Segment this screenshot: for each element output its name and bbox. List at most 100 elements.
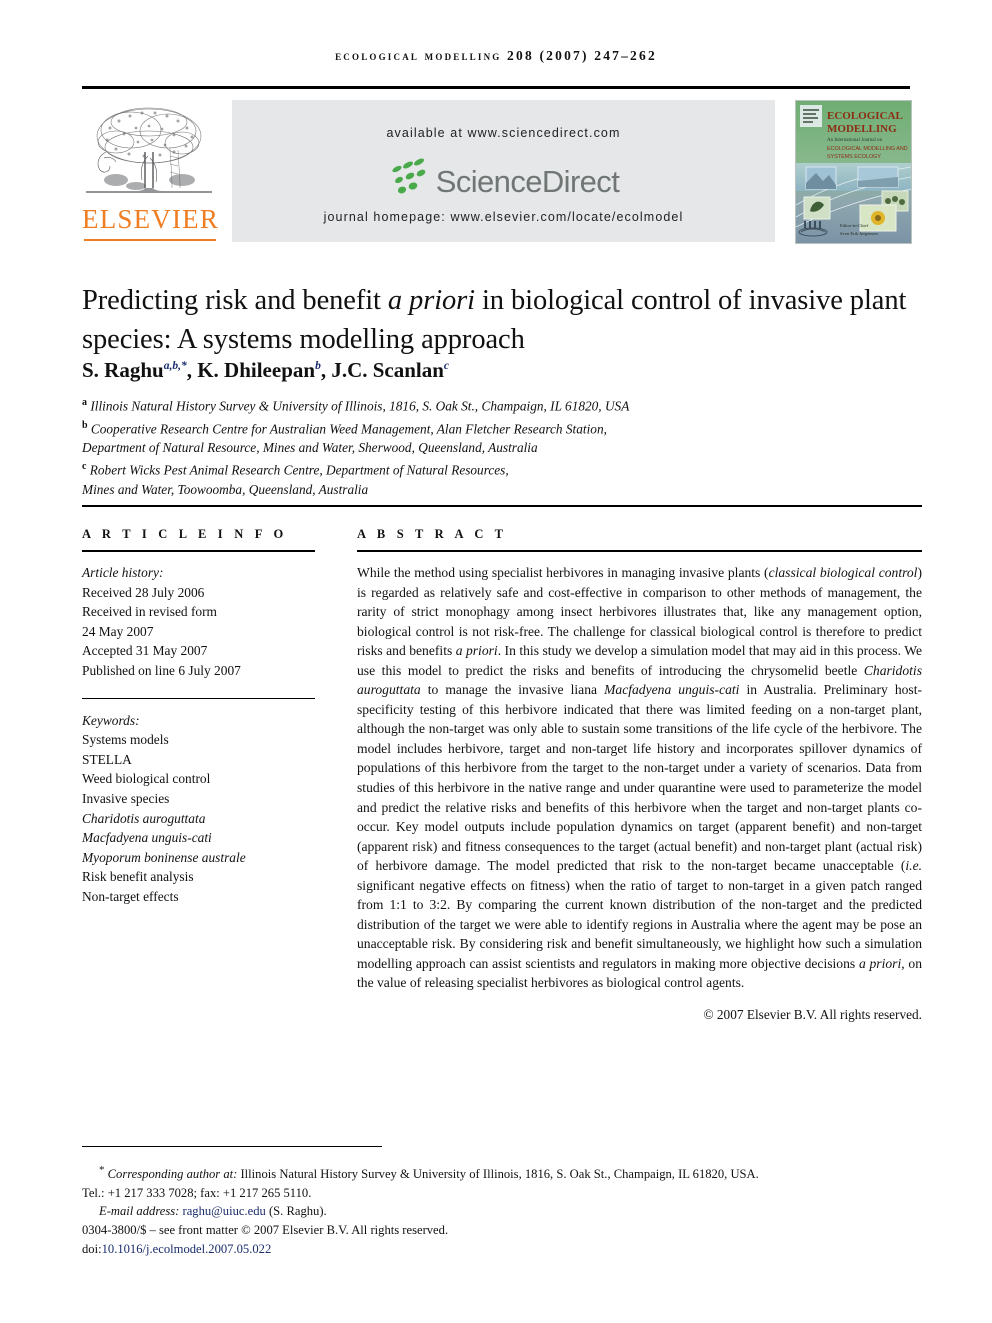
abstract-segment: in Australia. Preliminary host-specifici… — [357, 682, 923, 874]
keyword-item: Myoporum boninense australe — [82, 849, 246, 865]
keyword-item: STELLA — [82, 751, 132, 767]
abstract-segment: While the method using specialist herbiv… — [357, 565, 769, 580]
issn-line: 0304-3800/$ – see front matter © 2007 El… — [82, 1222, 449, 1237]
elsevier-tree-icon — [86, 100, 212, 204]
author-list: S. Raghua,b,*, K. Dhileepanb, J.C. Scanl… — [82, 358, 922, 383]
svg-text:An International Journal on: An International Journal on — [827, 138, 883, 143]
available-at-text: available at www.sciencedirect.com — [386, 126, 621, 140]
email-link[interactable]: raghu@uiuc.edu — [183, 1204, 266, 1218]
keywords-divider — [82, 697, 315, 699]
affiliation-mark: c — [82, 461, 87, 473]
history-line: Published on line 6 July 2007 — [82, 662, 241, 678]
title-part-1: Predicting risk and benefit — [82, 285, 388, 317]
keyword-item: Weed biological control — [82, 771, 211, 787]
abstract-segment: to manage the invasive liana — [420, 682, 605, 698]
abstract-rule — [357, 550, 922, 552]
abstract-italic-term: classical biological control — [768, 565, 918, 580]
keyword-item: Macfadyena unguis-cati — [82, 830, 212, 846]
abstract-heading: A B S T R A C T — [357, 527, 508, 541]
elsevier-underline — [84, 239, 216, 241]
affiliation-list: a Illinois Natural History Survey & Univ… — [82, 393, 932, 499]
running-head: Ecological Modelling 208 (2007) 247–262 — [0, 48, 992, 64]
footer-divider — [82, 1146, 382, 1147]
abstract-italic-term: Macfadyena unguis-cati — [604, 682, 740, 698]
corresponding-author-label: Corresponding author at: — [107, 1167, 238, 1182]
keyword-item: Systems models — [82, 732, 169, 748]
abstract-italic-term: i.e. — [905, 858, 922, 874]
corresponding-author-address: Illinois Natural History Survey & Univer… — [237, 1167, 759, 1182]
abstract-italic-term: a priori — [858, 955, 902, 971]
history-line: Received in revised form — [82, 604, 217, 620]
article-info-rule — [82, 550, 315, 552]
author-item: S. Raghua,b,* — [82, 358, 187, 382]
affiliation-mark: a — [82, 397, 87, 408]
author-affiliation-marks: a,b,* — [163, 360, 187, 372]
keyword-item: Invasive species — [82, 790, 170, 806]
svg-text:ECOLOGICAL MODELLING AND: ECOLOGICAL MODELLING AND — [827, 146, 908, 152]
abstract-segment: significant negative effects on fitness)… — [357, 877, 922, 971]
svg-text:Editor-in-Chief: Editor-in-Chief — [840, 223, 869, 228]
svg-text:SYSTEMS ECOLOGY: SYSTEMS ECOLOGY — [827, 154, 881, 160]
affiliation-item: c Robert Wicks Pest Animal Research Cent… — [82, 457, 932, 480]
affiliation-text: Robert Wicks Pest Animal Research Centre… — [89, 462, 509, 478]
abstract-text: While the method using specialist herbiv… — [357, 563, 922, 993]
doi-line: doi:10.1016/j.ecolmodel.2007.05.022 — [82, 1240, 932, 1259]
svg-text:Sven Erik Jørgensen: Sven Erik Jørgensen — [840, 231, 878, 236]
history-line: 24 May 2007 — [82, 623, 154, 639]
journal-homepage-text: journal homepage: www.elsevier.com/locat… — [323, 210, 684, 224]
doi-link[interactable]: 10.1016/j.ecolmodel.2007.05.022 — [102, 1242, 272, 1256]
author-item: J.C. Scanlanc — [331, 358, 449, 382]
corresponding-author-line: * Corresponding author at: Illinois Natu… — [82, 1161, 932, 1184]
phone-line: Tel.: +1 217 333 7028; fax: +1 217 265 5… — [82, 1185, 312, 1200]
article-first-page: Ecological Modelling 208 (2007) 247–262 — [0, 0, 992, 1323]
keyword-item: Non-target effects — [82, 888, 179, 904]
corresponding-author-marker: * — [99, 1164, 105, 1176]
masthead-top-rule — [82, 86, 910, 89]
elsevier-wordmark: ELSEVIER — [82, 204, 220, 234]
svg-text:MODELLING: MODELLING — [827, 123, 897, 135]
author-name: K. Dhileepan — [197, 358, 316, 382]
author-item: K. Dhileepanb — [197, 358, 321, 382]
email-label: E-mail address: — [99, 1204, 180, 1219]
keywords-label: Keywords: — [82, 712, 140, 728]
running-head-text: Ecological Modelling 208 (2007) 247–262 — [335, 48, 657, 63]
affiliation-text: Department of Natural Resource, Mines an… — [82, 440, 538, 456]
sciencedirect-logo: ScienceDirect — [232, 157, 775, 203]
article-history: Article history: Received 28 July 2006 R… — [82, 563, 315, 681]
article-info-heading: A R T I C L E I N F O — [82, 527, 288, 541]
email-line: E-mail address: raghu@uiuc.edu (S. Raghu… — [82, 1202, 932, 1221]
title-italic-term: a priori — [387, 285, 475, 317]
svg-text:ECOLOGICAL: ECOLOGICAL — [827, 110, 903, 122]
affiliation-text: Illinois Natural History Survey & Univer… — [90, 398, 630, 414]
email-owner: (S. Raghu). — [268, 1204, 327, 1219]
affiliation-text: Mines and Water, Toowoomba, Queensland, … — [82, 482, 369, 498]
doi-label: doi: — [82, 1241, 102, 1256]
sciencedirect-panel: available at www.sciencedirect.com Scien… — [232, 100, 775, 242]
footer-notes: * Corresponding author at: Illinois Natu… — [82, 1161, 932, 1258]
abstract-italic-term: a priori — [455, 643, 498, 659]
abstract-column: A B S T R A C T While the method using s… — [357, 527, 922, 1023]
author-affiliation-marks: c — [443, 360, 450, 372]
affiliation-mark: b — [82, 419, 88, 431]
history-line: Accepted 31 May 2007 — [82, 643, 208, 659]
header-bottom-rule — [82, 505, 922, 507]
masthead: ELSEVIER available at www.sciencedirect.… — [82, 86, 912, 244]
keyword-item: Risk benefit analysis — [82, 869, 194, 885]
keyword-item: Charidotis auroguttata — [82, 810, 206, 826]
sciencedirect-leaves-icon — [388, 157, 434, 202]
journal-cover-thumbnail: ECOLOGICAL MODELLING An International Jo… — [795, 100, 912, 244]
history-line: Received 28 July 2006 — [82, 584, 205, 600]
article-info-column: A R T I C L E I N F O Article history: R… — [82, 527, 315, 907]
keywords-list: Keywords: Systems models STELLA Weed bio… — [82, 711, 315, 907]
author-name: S. Raghu — [82, 358, 164, 382]
author-name: J.C. Scanlan — [331, 358, 444, 382]
affiliation-item: b Cooperative Research Centre for Austra… — [82, 416, 932, 439]
affiliation-text: Cooperative Research Centre for Australi… — [90, 421, 607, 437]
article-history-label: Article history: — [82, 565, 164, 580]
elsevier-logo: ELSEVIER — [82, 100, 218, 242]
copyright-notice: © 2007 Elsevier B.V. All rights reserved… — [703, 1007, 922, 1023]
affiliation-item: a Illinois Natural History Survey & Univ… — [82, 393, 932, 416]
page-title: Predicting risk and benefit a priori in … — [82, 281, 922, 359]
sciencedirect-wordmark: ScienceDirect — [435, 163, 620, 199]
author-separator: , — [186, 358, 198, 382]
